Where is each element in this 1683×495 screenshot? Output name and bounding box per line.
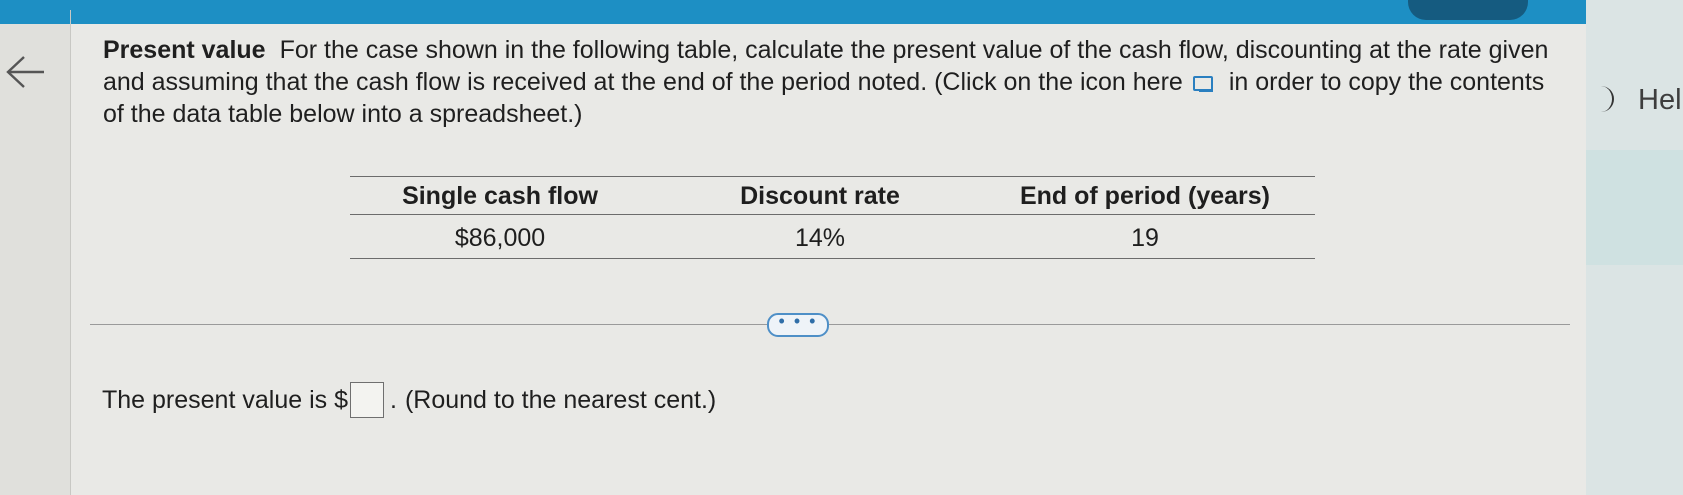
- section-divider: • • •: [90, 306, 1570, 346]
- back-arrow-icon[interactable]: [4, 54, 46, 90]
- data-table: Single cash flow Discount rate End of pe…: [350, 176, 1315, 286]
- table-header-rule: [350, 214, 1315, 215]
- copy-data-icon[interactable]: [1191, 74, 1215, 92]
- cell-discount-rate: 14%: [794, 224, 846, 252]
- header-end-of-period: End of period (years): [1019, 182, 1271, 210]
- rounding-note: (Round to the nearest cent.): [404, 386, 717, 414]
- top-bar: [0, 0, 1683, 24]
- more-options-button[interactable]: • • •: [767, 312, 829, 337]
- question-text: Present value For the case shown in the f…: [103, 34, 1568, 130]
- cell-cash-flow: $86,000: [454, 224, 546, 252]
- answer-prefix: The present value is $: [102, 386, 348, 414]
- header-single-cash-flow: Single cash flow: [402, 182, 598, 210]
- table-top-rule: [350, 176, 1315, 177]
- side-panel-band: [1586, 150, 1683, 265]
- present-value-input[interactable]: [349, 382, 384, 418]
- left-gutter: [0, 24, 70, 495]
- answer-suffix: .: [389, 386, 397, 414]
- table-bottom-rule: [350, 258, 1315, 259]
- help-label: Hel: [1638, 84, 1682, 116]
- header-discount-rate: Discount rate: [740, 182, 900, 210]
- help-button[interactable]: Hel: [1598, 84, 1683, 116]
- help-bracket-icon: [1598, 86, 1614, 112]
- divider-line: [90, 324, 1570, 325]
- answer-line: The present value is $. (Round to the nea…: [102, 382, 716, 418]
- top-bar-pill: [1408, 0, 1528, 20]
- question-title: Present value: [103, 36, 266, 64]
- cell-end-of-period: 19: [1131, 224, 1159, 252]
